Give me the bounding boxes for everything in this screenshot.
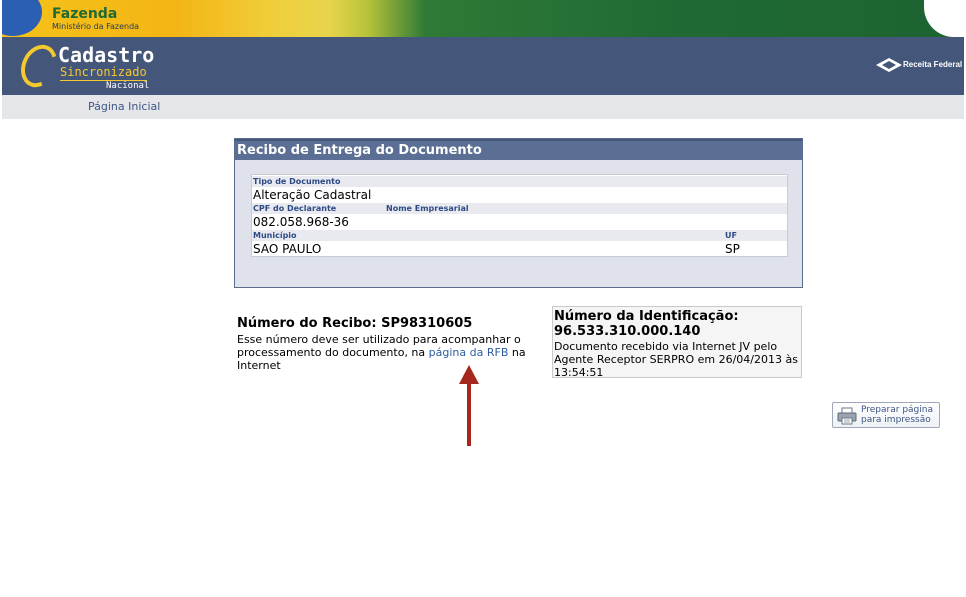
uf-label: UF xyxy=(725,231,737,240)
print-label-line1: Preparar página xyxy=(861,405,933,415)
header: Cadastro Sincronizado Nacional Receita F… xyxy=(2,37,964,95)
identification-description: Documento recebido via Internet JV pelo … xyxy=(554,340,798,379)
rfb-page-link[interactable]: página da RFB xyxy=(429,346,509,359)
cpf-label: CPF do Declarante xyxy=(253,204,337,213)
top-banner: ✦ Fazenda Ministério da Fazenda xyxy=(2,0,964,37)
cpf-value: 082.058.968-36 xyxy=(253,215,349,229)
logo-title: Cadastro xyxy=(58,43,155,67)
nav-bar: Página Inicial xyxy=(2,95,964,119)
home-link[interactable]: Página Inicial xyxy=(88,100,160,113)
globe-icon: ✦ xyxy=(2,0,42,36)
company-name-label: Nome Empresarial xyxy=(386,204,469,213)
identification-box: Número da Identificação: 96.533.310.000.… xyxy=(552,306,802,379)
printer-icon xyxy=(837,407,857,425)
receipt-table: Tipo de Documento Alteração Cadastral CP… xyxy=(251,174,788,257)
ministry-name: Ministério da Fazenda xyxy=(52,22,140,31)
print-button[interactable]: Preparar página para impressão xyxy=(832,402,940,428)
receita-federal-icon xyxy=(876,58,902,72)
logo-nacional: Nacional xyxy=(106,81,150,91)
doc-type-label-row: Tipo de Documento xyxy=(252,176,787,187)
identification-number: 96.533.310.000.140 xyxy=(554,324,701,339)
logo-subtitle: Sincronizado xyxy=(60,65,147,81)
receipt-number: Número do Recibo: SP98310605 xyxy=(237,316,473,331)
doc-type-value: Alteração Cadastral xyxy=(253,188,372,202)
org-name: Fazenda xyxy=(52,6,118,22)
receipt-title: Recibo de Entrega do Documento xyxy=(235,139,802,160)
municipality-value: SAO PAULO xyxy=(253,242,322,256)
uf-value: SP xyxy=(725,242,740,256)
municipality-label-row: Município UF xyxy=(252,230,787,241)
municipality-label: Município xyxy=(253,231,297,240)
arrow-shaft xyxy=(467,382,471,446)
receipt-panel: Recibo de Entrega do Documento Tipo de D… xyxy=(234,138,803,288)
receipt-description: Esse número deve ser utilizado para acom… xyxy=(237,333,537,372)
logo-swoosh-icon xyxy=(14,38,64,94)
doc-type-label: Tipo de Documento xyxy=(253,177,341,186)
receita-federal-label: Receita Federal xyxy=(903,60,963,69)
cpf-label-row: CPF do Declarante Nome Empresarial xyxy=(252,203,787,214)
print-button-label: Preparar página para impressão xyxy=(861,405,941,425)
identification-title: Número da Identificação: xyxy=(554,309,739,324)
print-label-line2: para impressão xyxy=(861,415,931,425)
